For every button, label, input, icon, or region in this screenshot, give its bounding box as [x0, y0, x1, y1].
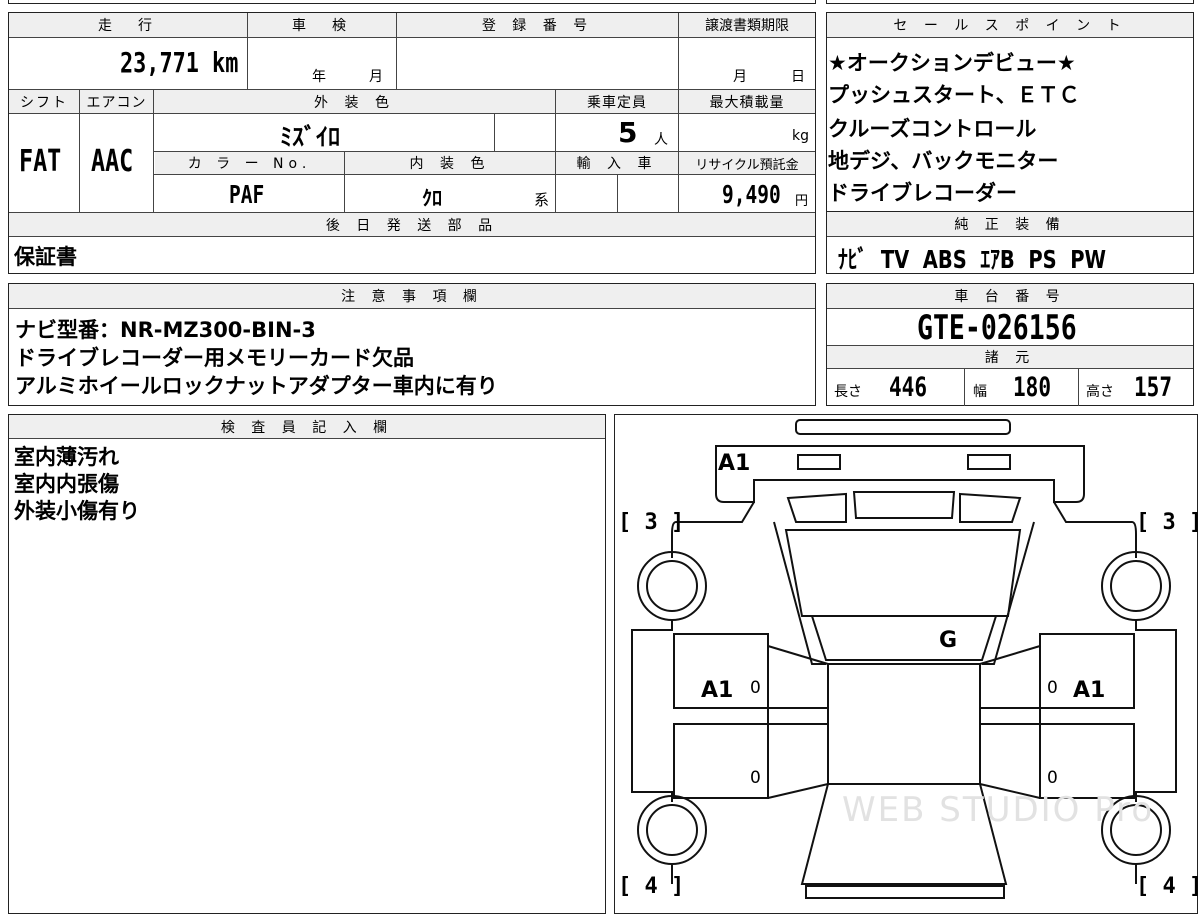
aircon-value: AAC	[91, 144, 134, 179]
notes-line: アルミホイールロックナットアダプター車内に有り	[15, 374, 498, 398]
front-left-tire-mark: [ 4 ]	[618, 874, 685, 899]
sales-points-header: セ ー ル ス ポ イ ン ト	[827, 13, 1193, 37]
inspection-year-unit: 年	[312, 69, 326, 85]
later-parts-header: 後 日 発 送 部 品	[9, 213, 815, 236]
color-no-value: PAF	[229, 180, 265, 209]
recycle-header: リサイクル預託金	[679, 152, 815, 174]
rear-right-tire-mark: [ 3 ]	[1136, 510, 1200, 535]
transfer-day-unit: 日	[791, 69, 805, 85]
inspection-header: 車 検	[248, 13, 396, 37]
height-label: 高さ	[1086, 384, 1114, 400]
aircon-header: エアコン	[80, 90, 153, 113]
inspector-line: 室内薄汚れ	[14, 445, 119, 469]
chassis-number: GTE-026156	[917, 308, 1077, 348]
right-door-zero-lower: 0	[1047, 768, 1058, 788]
sales-point-line: プッシュスタート、ＥＴＣ	[828, 83, 1080, 107]
interior-color-value: ｸﾛ	[422, 186, 442, 210]
notes-line: ナビ型番：NR-MZ300-BIN-3	[15, 318, 316, 342]
width-value: 180	[1013, 372, 1052, 403]
transfer-deadline-header: 譲渡書類期限	[679, 13, 815, 37]
length-label: 長さ	[834, 384, 862, 400]
top-strip	[8, 0, 816, 4]
interior-color-header: 内 装 色	[345, 152, 555, 174]
recycle-unit: 円	[795, 194, 809, 209]
color-no-header: カ ラ ー No.	[155, 152, 344, 174]
shift-value: FAT	[19, 144, 62, 179]
transfer-month-unit: 月	[733, 69, 747, 85]
chassis-header: 車 台 番 号	[827, 284, 1193, 308]
length-value: 446	[889, 372, 928, 403]
inspection-month-unit: 月	[369, 69, 383, 85]
capacity-value: 5	[618, 116, 638, 149]
recycle-value: 9,490	[722, 180, 781, 209]
mileage-value: 23,771 km	[120, 46, 239, 79]
exterior-color-header: 外 装 色	[154, 90, 555, 113]
later-parts-value: 保証書	[14, 245, 77, 269]
genuine-equipment-header: 純 正 装 備	[827, 212, 1193, 236]
inspector-line: 外装小傷有り	[14, 499, 140, 523]
max-load-header: 最大積載量	[679, 90, 815, 113]
left-door-zero-upper: 0	[750, 678, 761, 698]
top-strip-right	[826, 0, 1194, 4]
inspector-line: 室内内張傷	[14, 472, 119, 496]
exterior-color-value: ﾐｽﾞｲﾛ	[280, 123, 340, 151]
registration-header: 登 録 番 号	[397, 13, 678, 37]
sales-point-line: ドライブレコーダー	[828, 181, 1017, 205]
sales-point-line: ★オークションデビュー★	[828, 51, 1076, 75]
right-door-zero-upper: 0	[1047, 678, 1058, 698]
front-right-tire-mark: [ 4 ]	[1136, 874, 1200, 899]
capacity-header: 乗車定員	[556, 90, 678, 113]
sales-point-line: 地デジ、バックモニター	[828, 149, 1059, 173]
max-load-unit: kg	[792, 128, 809, 144]
notes-header: 注 意 事 項 欄	[9, 284, 815, 308]
sales-point-line: クルーズコントロール	[828, 117, 1037, 141]
watermark: WEB STUDIO Pro	[842, 790, 1155, 830]
inspector-header: 検 査 員 記 入 欄	[9, 415, 605, 438]
notes-line: ドライブレコーダー用メモリーカード欠品	[15, 346, 414, 370]
left-door-zero-lower: 0	[750, 768, 761, 788]
capacity-unit: 人	[654, 132, 668, 148]
import-header: 輸 入 車	[556, 152, 678, 174]
height-value: 157	[1134, 372, 1173, 403]
shift-header: シフト	[9, 90, 79, 113]
mileage-header: 走 行	[9, 13, 247, 37]
dimensions-header: 諸 元	[827, 346, 1193, 368]
rear-left-tire-mark: [ 3 ]	[618, 510, 685, 535]
width-label: 幅	[973, 384, 987, 400]
rear-damage-mark: A1	[718, 451, 751, 476]
glass-mark: G	[939, 628, 958, 653]
interior-color-suffix: 系	[534, 191, 550, 209]
left-door-mark: A1	[701, 678, 734, 703]
right-door-mark: A1	[1073, 678, 1106, 703]
genuine-equipment-value: ﾅﾋﾞ TV ABS ｴｱB PS PW	[838, 245, 1107, 274]
